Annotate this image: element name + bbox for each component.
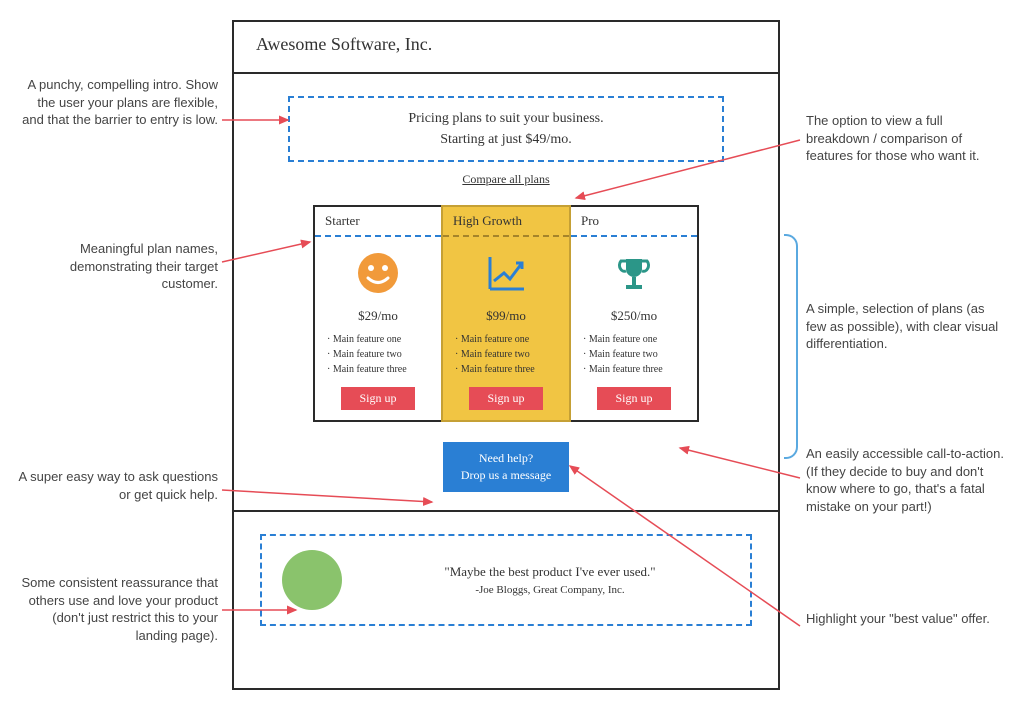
plan-features: · Main feature one · Main feature two · …	[443, 332, 569, 387]
plans-row: Starter $29/mo · Main feature one · Main…	[314, 205, 698, 422]
plan-name: Pro	[571, 207, 697, 237]
signup-button[interactable]: Sign up	[341, 387, 414, 410]
intro-headline: Pricing plans to suit your business.	[310, 108, 702, 129]
plan-pro: Pro $250/mo · Main feature one · Main fe…	[569, 205, 699, 422]
annotation-cta: An easily accessible call-to-action. (If…	[806, 445, 1006, 515]
intro-subline: Starting at just $49/mo.	[310, 129, 702, 150]
quote-attribution: -Joe Bloggs, Great Company, Inc.	[370, 584, 730, 596]
growth-chart-icon	[484, 251, 528, 300]
feature-item: · Main feature two	[583, 347, 685, 362]
plan-price: $99/mo	[486, 308, 526, 324]
annotation-testimonial: Some consistent reassurance that others …	[18, 574, 218, 644]
intro-box: Pricing plans to suit your business. Sta…	[288, 96, 724, 162]
plan-name: Starter	[315, 207, 441, 237]
feature-item: · Main feature three	[583, 362, 685, 377]
help-sub: Drop us a message	[461, 467, 551, 484]
signup-button[interactable]: Sign up	[469, 387, 542, 410]
plan-price: $250/mo	[611, 308, 657, 324]
plan-price: $29/mo	[358, 308, 398, 324]
signup-button[interactable]: Sign up	[597, 387, 670, 410]
testimonial-box: "Maybe the best product I've ever used."…	[260, 534, 752, 626]
feature-item: · Main feature three	[455, 362, 557, 377]
plan-features: · Main feature one · Main feature two · …	[571, 332, 697, 387]
avatar	[282, 550, 342, 610]
feature-item: · Main feature one	[583, 332, 685, 347]
company-name: Awesome Software, Inc.	[256, 34, 432, 54]
quote: "Maybe the best product I've ever used."	[370, 564, 730, 580]
feature-item: · Main feature two	[455, 347, 557, 362]
annotation-plans: A simple, selection of plans (as few as …	[806, 300, 1006, 353]
plan-features: · Main feature one · Main feature two · …	[315, 332, 441, 387]
wireframe-body: Pricing plans to suit your business. Sta…	[234, 74, 778, 512]
plans-bracket	[784, 234, 798, 459]
feature-item: · Main feature two	[327, 347, 429, 362]
feature-item: · Main feature one	[327, 332, 429, 347]
plan-name: High Growth	[443, 207, 569, 237]
annotation-help: A super easy way to ask questions or get…	[18, 468, 218, 503]
annotation-intro: A punchy, compelling intro. Show the use…	[18, 76, 218, 129]
help-title: Need help?	[461, 450, 551, 467]
annotation-highlight: Highlight your "best value" offer.	[806, 610, 1006, 628]
wireframe-footer: "Maybe the best product I've ever used."…	[234, 512, 778, 648]
company-header: Awesome Software, Inc.	[234, 22, 778, 74]
compare-plans-link[interactable]: Compare all plans	[462, 172, 549, 187]
plan-high-growth: High Growth $99/mo · Main feature one · …	[441, 205, 571, 422]
help-box[interactable]: Need help? Drop us a message	[443, 442, 569, 492]
testimonial-text: "Maybe the best product I've ever used."…	[370, 564, 730, 596]
feature-item: · Main feature three	[327, 362, 429, 377]
wireframe-container: Awesome Software, Inc. Pricing plans to …	[232, 20, 780, 690]
smiley-icon	[356, 251, 400, 300]
trophy-icon	[612, 251, 656, 300]
annotation-plan-names: Meaningful plan names, demonstrating the…	[18, 240, 218, 293]
feature-item: · Main feature one	[455, 332, 557, 347]
annotation-compare: The option to view a full breakdown / co…	[806, 112, 1006, 165]
plan-starter: Starter $29/mo · Main feature one · Main…	[313, 205, 443, 422]
